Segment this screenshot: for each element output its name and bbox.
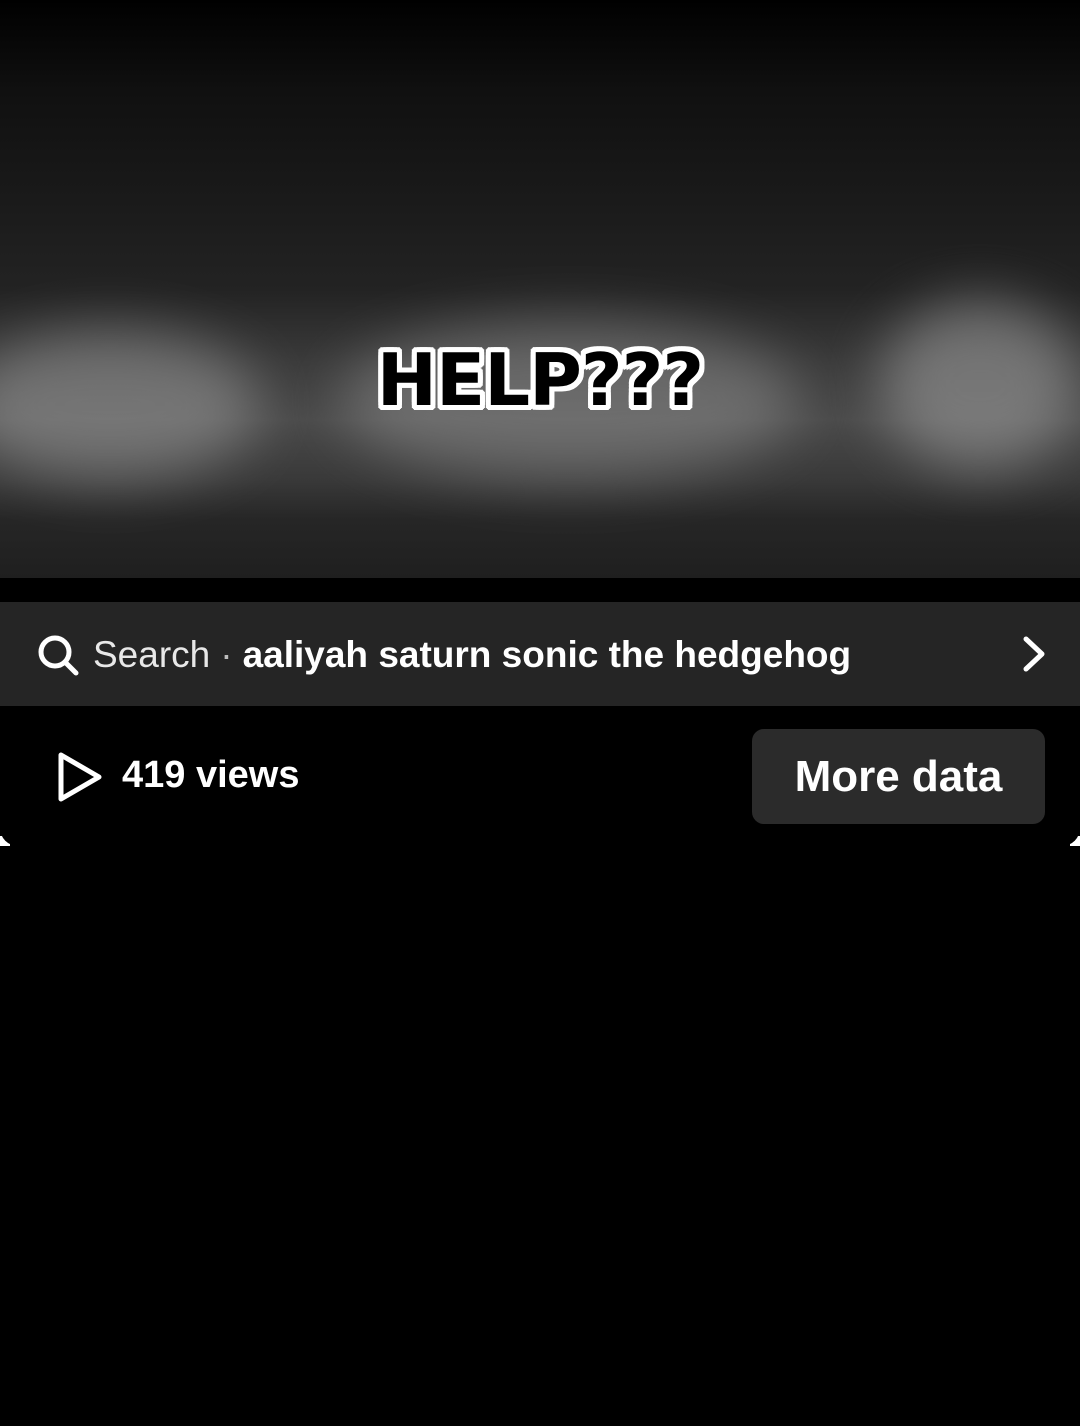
app-screen: HELP??? Search · aaliyah saturn sonic the …	[0, 0, 1080, 1426]
view-count: 419 views	[122, 754, 300, 796]
video-caption-text: HELP???	[376, 338, 704, 422]
play-icon	[58, 752, 102, 802]
search-suggestion-text: Search · aaliyah saturn sonic the hedgehog	[93, 632, 851, 678]
empty-background-area	[0, 846, 1080, 1426]
search-suggestion-bar[interactable]: Search · aaliyah saturn sonic the hedgehog	[0, 602, 1080, 706]
search-prefix: Search	[93, 634, 211, 675]
search-query: aaliyah saturn sonic the hedgehog	[242, 634, 852, 675]
video-thumbnail[interactable]: HELP???	[0, 0, 1080, 578]
more-data-button[interactable]: More data	[752, 729, 1045, 824]
search-icon	[38, 635, 79, 676]
chevron-right-icon[interactable]	[1018, 634, 1052, 674]
search-separator: ·	[220, 634, 233, 675]
